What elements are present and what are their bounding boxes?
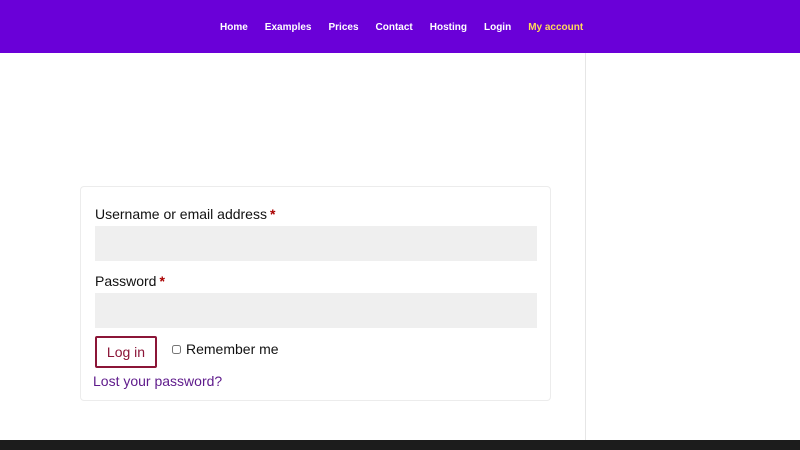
password-label-text: Password xyxy=(95,273,157,289)
nav-item-login[interactable]: Login xyxy=(484,22,511,34)
nav-item-my-account[interactable]: My account xyxy=(528,22,583,34)
nav-item-examples[interactable]: Examples xyxy=(265,22,312,34)
login-form: Username or email address * Password * Log… xyxy=(80,186,551,401)
password-input[interactable] xyxy=(95,293,537,328)
sidebar-divider xyxy=(585,53,586,440)
password-label: Password * xyxy=(95,273,165,289)
username-input[interactable] xyxy=(95,226,537,261)
remember-me-checkbox[interactable] xyxy=(172,344,181,354)
required-marker: * xyxy=(159,273,165,289)
remember-me[interactable]: Remember me xyxy=(172,341,279,357)
lost-password-link[interactable]: Lost your password? xyxy=(93,373,222,389)
nav-item-home[interactable]: Home xyxy=(220,22,248,34)
remember-me-label: Remember me xyxy=(186,341,279,357)
nav-item-hosting[interactable]: Hosting xyxy=(430,22,467,34)
nav-item-contact[interactable]: Contact xyxy=(376,22,413,34)
site-footer xyxy=(0,440,800,450)
username-label-text: Username or email address xyxy=(95,206,267,222)
login-button[interactable]: Log in xyxy=(95,336,157,368)
username-label: Username or email address * xyxy=(95,206,275,222)
required-marker: * xyxy=(269,206,276,222)
nav-item-prices[interactable]: Prices xyxy=(329,22,359,34)
main-nav: Home Examples Prices Contact Hosting Log… xyxy=(220,22,583,34)
site-header: Home Examples Prices Contact Hosting Log… xyxy=(0,0,800,53)
